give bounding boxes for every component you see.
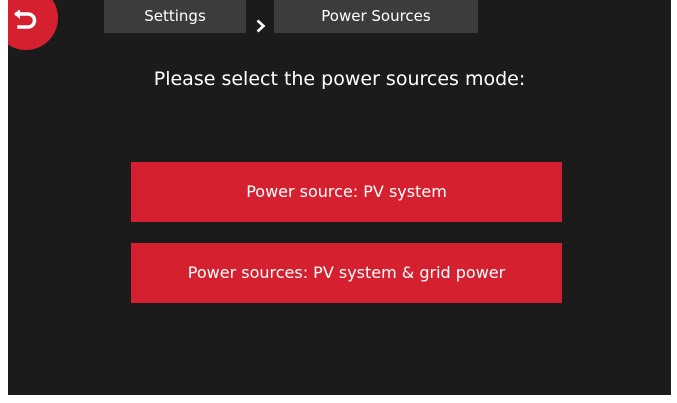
pv-and-grid-button[interactable]: Power sources: PV system & grid power [131,243,562,303]
page-prompt: Please select the power sources mode: [153,68,526,90]
back-button[interactable] [8,0,58,50]
back-arrow-icon [14,10,37,29]
app-screen: Settings Power Sources Please select the… [8,0,671,395]
chevron-right-icon [256,19,266,33]
breadcrumb-settings[interactable]: Settings [104,0,246,33]
breadcrumb-separator [246,0,274,38]
pv-system-button[interactable]: Power source: PV system [131,162,562,222]
breadcrumb-power-sources: Power Sources [274,0,478,33]
